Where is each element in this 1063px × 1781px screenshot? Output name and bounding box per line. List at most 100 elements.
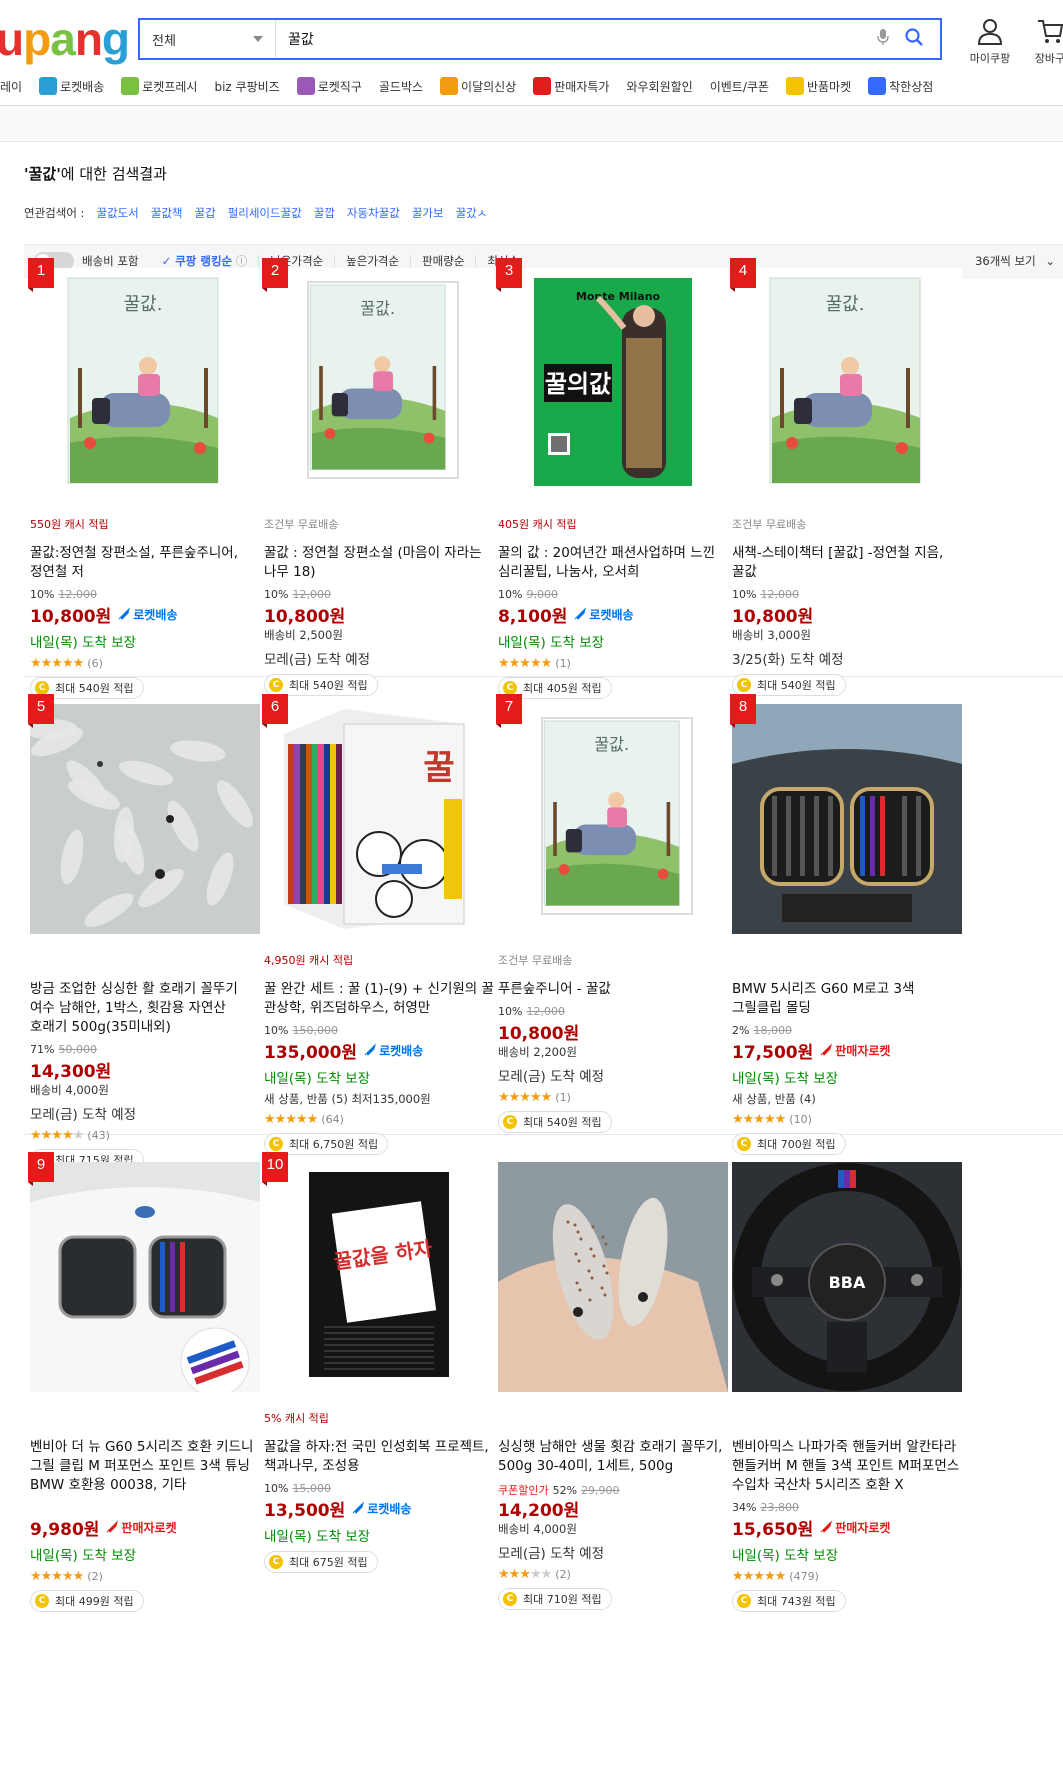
reward-label: 최대 499원 적립	[55, 1595, 134, 1608]
rating: ★★★★★ (6)	[30, 655, 262, 671]
product-image[interactable]	[30, 1162, 260, 1392]
sale-price: 10,800원	[30, 606, 112, 627]
rank-badge: 4	[730, 258, 756, 292]
product-image[interactable]: Monte Milano 꿀의값	[498, 268, 728, 498]
cart-button[interactable]: 장바구	[1030, 16, 1063, 66]
sale-price: 9,980원	[30, 1519, 100, 1540]
category-nav-item[interactable]: 로켓배송	[39, 77, 104, 95]
rank-badge: 5	[28, 694, 54, 728]
sale-price: 135,000원	[264, 1042, 358, 1063]
search-icon[interactable]	[904, 27, 924, 51]
sort-option[interactable]: 높은가격순	[334, 255, 410, 267]
product-info: 550원 캐시 적립 꿀값:정연철 장편소설, 푸른숲주니어, 정연철 저 10% 1…	[30, 516, 262, 699]
reward-label: 최대 540원 적립	[757, 679, 836, 692]
product-image[interactable]: 꿀값을 하자	[264, 1162, 494, 1392]
related-search-link[interactable]: 자동차꿀값	[347, 205, 400, 221]
product-image[interactable]: 꿀값.	[498, 704, 728, 934]
review-count[interactable]: (64)	[321, 1113, 344, 1126]
other-sellers-info[interactable]: 새 상품, 반품 (4)	[732, 1091, 964, 1107]
product-image[interactable]: 꿀값.	[732, 268, 962, 498]
my-coupang-button[interactable]: 마이쿠팡	[960, 16, 1020, 66]
sale-price: 17,500원	[732, 1042, 814, 1063]
category-nav-item[interactable]: biz 쿠팡비즈	[214, 78, 279, 95]
microphone-icon[interactable]	[876, 28, 890, 50]
category-nav-item[interactable]: 와우회원할인	[626, 78, 692, 95]
star-rating-icon: ★★★★★	[498, 655, 552, 671]
rocket-delivery-badge: 판매자로켓	[819, 1519, 890, 1536]
related-search-link[interactable]: 꿀값책	[151, 205, 183, 221]
product-info: 벤비아믹스 나파가죽 핸들커버 알칸타라 핸들커버 M 핸들 3색 포인트 M퍼…	[732, 1410, 964, 1612]
product-image[interactable]: 꿀값.	[30, 268, 260, 498]
category-nav-item[interactable]: 반품마켓	[785, 77, 851, 95]
product-image[interactable]: 꿀	[264, 704, 494, 934]
product-image[interactable]	[498, 1162, 728, 1392]
product-image[interactable]: BBA	[732, 1162, 962, 1392]
related-search-link[interactable]: 꿀갔ㅅ	[456, 205, 488, 221]
product-name[interactable]: 꿀값을 하자:전 국민 인성회복 프로젝트, 책과나무, 조성용	[264, 1438, 496, 1476]
product-badge	[30, 952, 262, 966]
price-row: 14,200원	[498, 1497, 730, 1521]
review-count[interactable]: (479)	[789, 1570, 819, 1583]
product-name[interactable]: 벤비아믹스 나파가죽 핸들커버 알칸타라 핸들커버 M 핸들 3색 포인트 M퍼…	[732, 1438, 964, 1495]
user-icon	[977, 19, 1003, 45]
discount-rate: 10%	[498, 1005, 523, 1018]
product-name[interactable]: 꿀값:정연철 장편소설, 푸른숲주니어, 정연철 저	[30, 544, 262, 582]
review-count[interactable]: (1)	[555, 1091, 571, 1104]
related-search-link[interactable]: 꿀값도서	[96, 205, 138, 221]
sort-option[interactable]: 판매량순	[410, 255, 475, 267]
category-icon	[868, 77, 887, 95]
info-icon[interactable]: ⓘ	[232, 254, 248, 268]
check-icon: ✓	[161, 254, 176, 268]
result-title: '꿀값'에 대한 검색결과	[24, 163, 167, 184]
svg-text:꿀값.: 꿀값.	[360, 299, 395, 318]
related-label: 연관검색어 :	[24, 206, 85, 220]
result-title-suffix: 에 대한 검색결과	[60, 165, 167, 183]
arrival-info: 모레(금) 도착 예정	[498, 1546, 605, 1562]
related-search-link[interactable]: 꿀가보	[412, 205, 444, 221]
related-search-link[interactable]: 꿀깝	[314, 205, 335, 221]
original-price: 12,000	[292, 588, 331, 601]
product-name[interactable]: 새책-스테이책터 [꿀값] -정연철 지음, 꿀값	[732, 544, 964, 582]
other-sellers-info[interactable]: 새 상품, 반품 (5) 최저135,000원	[264, 1091, 496, 1107]
product-info: 조건부 무료배송 꿀값 : 정연철 장편소설 (마음이 자라는 나무 18) 10%…	[264, 516, 496, 696]
product-name[interactable]: 방금 조업한 싱싱한 활 호래기 꼴뚜기 여수 남해안, 1박스, 횟감용 자연…	[30, 980, 262, 1037]
product-name[interactable]: 벤비아 더 뉴 G60 5시리즈 호환 키드니 그릴 클립 M 퍼포먼스 포인트…	[30, 1438, 262, 1495]
coin-icon: C	[269, 1555, 283, 1569]
product-badge	[732, 1410, 964, 1424]
product-name[interactable]: 푸른숲주니어 - 꿀값	[498, 980, 730, 999]
price-row: 10,800원 로켓배송	[30, 603, 262, 627]
rating: ★★★★★ (2)	[498, 1566, 730, 1582]
product-name[interactable]: BMW 5시리즈 G60 M로고 3색 그릴클립 몰딩	[732, 980, 964, 1018]
coin-icon: C	[503, 1115, 517, 1129]
category-nav-item[interactable]: 레이	[0, 78, 22, 95]
related-search-link[interactable]: 펄리세이드꿀값	[228, 205, 302, 221]
review-count[interactable]: (1)	[555, 657, 571, 670]
product-name[interactable]: 꿀값 : 정연철 장편소설 (마음이 자라는 나무 18)	[264, 544, 496, 582]
review-count[interactable]: (2)	[87, 1570, 103, 1583]
reward-label: 최대 675원 적립	[289, 1556, 368, 1569]
review-count[interactable]: (10)	[789, 1113, 812, 1126]
sort-option[interactable]: ✓ 쿠팡 랭킹순 ⓘ	[151, 255, 259, 267]
coupang-logo[interactable]: upang	[0, 10, 130, 68]
cover-brand-text: Monte Milano	[576, 290, 661, 303]
per-page-select[interactable]: 36개씩 보기 ⌄	[975, 245, 1063, 277]
category-nav-item[interactable]: 이달의신상	[440, 77, 516, 95]
category-nav-item[interactable]: 이벤트/쿠폰	[710, 78, 769, 95]
product-name[interactable]: 꿀 완간 세트 : 꿀 (1)-(9) + 신기원의 꿀 관상학, 위즈덤하우스…	[264, 980, 496, 1018]
category-nav-item[interactable]: 로켓직구	[296, 77, 362, 95]
product-image[interactable]	[30, 704, 260, 934]
category-nav-item[interactable]: 판매자특가	[533, 77, 609, 95]
category-nav-item[interactable]: 로켓프레시	[121, 77, 197, 95]
product-image[interactable]	[732, 704, 962, 934]
review-count[interactable]: (43)	[87, 1129, 110, 1142]
review-count[interactable]: (6)	[87, 657, 103, 670]
category-nav-item[interactable]: 골드박스	[379, 78, 423, 95]
related-search-link[interactable]: 꿀갑	[195, 205, 216, 221]
review-count[interactable]: (2)	[555, 1568, 571, 1581]
search-input[interactable]	[276, 20, 876, 58]
product-name[interactable]: 꿀의 값 : 20여년간 패션사업하며 느낀 심리꿀팁, 나눔사, 오서희	[498, 544, 730, 582]
product-image[interactable]: 꿀값.	[264, 268, 494, 498]
product-name[interactable]: 싱싱햇 남해안 생물 횟감 호래기 꼴뚜기, 500g 30-40미, 1세트,…	[498, 1438, 730, 1476]
search-category-select[interactable]: 전체	[140, 20, 276, 58]
category-nav-item[interactable]: 착한상점	[868, 77, 933, 95]
